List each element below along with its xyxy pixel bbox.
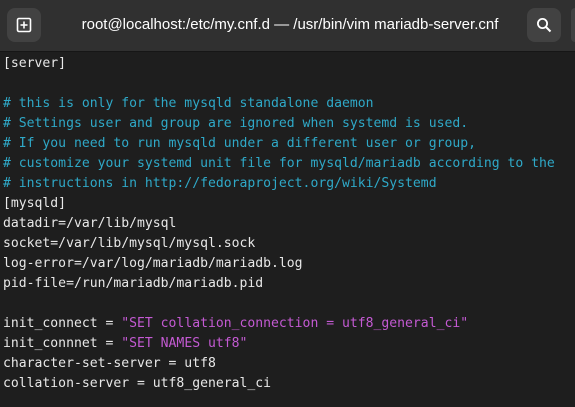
vim-editor[interactable]: [server] # this is only for the mysqld s… xyxy=(0,52,575,407)
config-key: init_connnet = xyxy=(3,336,122,351)
code-line: datadir=/var/lib/mysql xyxy=(3,216,177,231)
code-line: pid-file=/run/mariadb/mariadb.pid xyxy=(3,276,264,291)
comment-line: # Settings user and group are ignored wh… xyxy=(3,116,469,131)
config-key: init_connect = xyxy=(3,316,122,331)
code-line: init_connect = "SET collation_connection… xyxy=(3,314,468,334)
code-line: collation-server = utf8_general_ci xyxy=(3,376,272,391)
config-string-value: "SET NAMES utf8" xyxy=(121,336,248,351)
code-line: init_connnet = "SET NAMES utf8" xyxy=(3,334,247,354)
code-line: socket=/var/lib/mysql/mysql.sock xyxy=(3,236,256,251)
comment-line: # customize your systemd unit file for m… xyxy=(3,156,555,171)
config-string-value: "SET collation_connection = utf8_general… xyxy=(121,316,469,331)
comment-line: # this is only for the mysqld standalone… xyxy=(3,96,374,111)
code-line: [server] xyxy=(3,56,67,71)
search-icon xyxy=(537,18,552,33)
code-line: character-set-server = utf8 xyxy=(3,356,216,371)
search-button[interactable] xyxy=(527,8,561,42)
terminal-window: root@localhost:/etc/my.cnf.d — /usr/bin/… xyxy=(0,0,575,407)
new-tab-icon xyxy=(16,17,32,33)
new-tab-button[interactable] xyxy=(7,8,41,42)
code-line: [mysqld] xyxy=(3,196,67,211)
comment-line: # instructions in http://fedoraproject.o… xyxy=(3,176,437,191)
menu-button[interactable] xyxy=(571,8,575,42)
titlebar: root@localhost:/etc/my.cnf.d — /usr/bin/… xyxy=(0,0,575,52)
comment-line: # If you need to run mysqld under a diff… xyxy=(3,136,476,151)
window-title: root@localhost:/etc/my.cnf.d — /usr/bin/… xyxy=(81,16,499,33)
code-line: log-error=/var/log/mariadb/mariadb.log xyxy=(3,256,303,271)
